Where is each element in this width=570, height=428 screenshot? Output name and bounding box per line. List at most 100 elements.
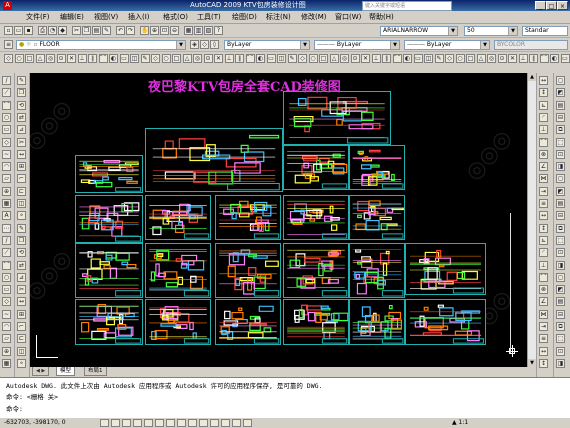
object-tool-8-icon[interactable]: ◨: [556, 162, 565, 172]
dimension-tool-20-icon[interactable]: ⋈: [539, 309, 548, 319]
toolbar-tool-13-icon[interactable]: ◫: [130, 54, 139, 63]
object-tool-18-icon[interactable]: ◩: [556, 285, 565, 295]
toolbar-tool-39-icon[interactable]: ◐: [403, 54, 412, 63]
object-tool-13-icon[interactable]: ⧉: [556, 223, 565, 233]
modify-tool-24-icon[interactable]: ⚬: [17, 358, 26, 368]
draw-tool-21-icon[interactable]: ◠: [2, 322, 11, 331]
draw-tool-2-icon[interactable]: ⟋: [2, 88, 11, 98]
status-toggle-8-icon[interactable]: [177, 419, 186, 427]
menu-dimension[interactable]: 标注(N): [266, 12, 291, 22]
layer-select[interactable]: ● ☼ ▫ FLOOR ▼: [16, 40, 186, 50]
layer-manager-icon[interactable]: ≡: [4, 40, 13, 49]
tab-model[interactable]: 模型: [56, 367, 76, 376]
toolbar-tool-7-icon[interactable]: ✕: [67, 54, 76, 63]
modify-tool-10-icon[interactable]: ⊏: [17, 186, 26, 196]
status-toggle-2-icon[interactable]: [111, 419, 120, 427]
draw-tool-6-icon[interactable]: ◇: [2, 137, 11, 147]
object-tool-20-icon[interactable]: ⊟: [556, 309, 565, 319]
publish-icon[interactable]: ◆: [58, 26, 67, 35]
toolbar-tool-28-icon[interactable]: ✎: [287, 54, 297, 63]
modify-tool-22-icon[interactable]: ⊏: [17, 334, 26, 344]
toolbar-tool-47-icon[interactable]: ◎: [487, 54, 496, 63]
toolbar-tool-48-icon[interactable]: ⊙: [497, 54, 507, 63]
toolbar-tool-26-icon[interactable]: ▭: [266, 54, 276, 63]
object-tool-23-icon[interactable]: ⊡: [556, 346, 565, 356]
dim-style-select[interactable]: Standar: [522, 26, 568, 36]
modify-tool-20-icon[interactable]: ⊞: [17, 309, 26, 319]
toolbar-tool-45-icon[interactable]: □: [466, 54, 475, 63]
modify-tool-4-icon[interactable]: ⇄: [17, 112, 26, 122]
zoom-previous-icon[interactable]: ⊖: [170, 26, 179, 35]
toolbar-tool-8-icon[interactable]: ⊥: [77, 54, 87, 63]
lineweight-select[interactable]: ——— ByLayer ▼: [404, 40, 490, 50]
modify-tool-19-icon[interactable]: ↔: [17, 297, 26, 307]
toolbar-tool-43-icon[interactable]: ◇: [445, 54, 454, 63]
modify-tool-3-icon[interactable]: ⟲: [17, 100, 26, 110]
dimension-tool-11-icon[interactable]: ≡: [539, 199, 548, 208]
toolbar-tool-2-icon[interactable]: ○: [14, 54, 24, 63]
object-tool-11-icon[interactable]: ▤: [556, 199, 565, 208]
toolbar-tool-37-icon[interactable]: ∥: [382, 54, 391, 63]
status-toggle-4-icon[interactable]: [133, 419, 142, 427]
draw-tool-1-icon[interactable]: /: [2, 76, 11, 85]
modify-tool-17-icon[interactable]: ⊿: [17, 272, 26, 282]
object-tool-12-icon[interactable]: ⊟: [556, 211, 565, 221]
dimension-tool-5-icon[interactable]: ⊥: [539, 125, 548, 135]
toolbar-tool-27-icon[interactable]: ◫: [277, 54, 286, 63]
linetype-select[interactable]: ——— ByLayer ▼: [314, 40, 400, 50]
layer-states-icon[interactable]: ◊: [210, 40, 219, 49]
toolbar-tool-25-icon[interactable]: ◐: [256, 54, 265, 63]
text-style-select[interactable]: ARIALNARROW ▼: [380, 26, 458, 36]
toolbar-tool-1-icon[interactable]: ◇: [4, 54, 13, 63]
preview-icon[interactable]: ◔: [48, 26, 57, 35]
draw-tool-5-icon[interactable]: ▭: [2, 125, 11, 135]
toolbar-tool-29-icon[interactable]: ◇: [298, 54, 307, 63]
match-properties-icon[interactable]: ✎: [102, 26, 111, 35]
dimension-tool-8-icon[interactable]: ∠: [539, 162, 548, 172]
object-tool-7-icon[interactable]: ⊡: [556, 149, 565, 159]
status-toggle-1-icon[interactable]: [100, 419, 109, 427]
tool-palettes-icon[interactable]: ▧: [204, 26, 213, 35]
draw-tool-19-icon[interactable]: ◇: [2, 297, 11, 307]
draw-tool-4-icon[interactable]: ○: [2, 112, 11, 122]
paste-icon[interactable]: ▤: [92, 26, 101, 35]
object-tool-16-icon[interactable]: ◨: [556, 260, 565, 270]
draw-tool-10-icon[interactable]: ⊕: [2, 186, 11, 196]
toolbar-tool-15-icon[interactable]: ◇: [151, 54, 160, 63]
draw-tool-18-icon[interactable]: ▭: [2, 285, 11, 295]
undo-icon[interactable]: ↶: [116, 26, 125, 35]
toolbar-tool-22-icon[interactable]: ⊥: [224, 54, 234, 63]
menu-draw[interactable]: 绘图(D): [232, 12, 257, 22]
object-tool-22-icon[interactable]: ⬚: [556, 334, 565, 344]
design-center-icon[interactable]: ▥: [194, 26, 203, 35]
toolbar-tool-33-icon[interactable]: ◎: [340, 54, 349, 63]
object-tool-10-icon[interactable]: ◩: [556, 186, 565, 196]
menu-modify[interactable]: 修改(M): [301, 12, 327, 22]
modify-tool-18-icon[interactable]: ✂: [17, 285, 26, 295]
maximize-button[interactable]: □: [546, 1, 557, 10]
toolbar-tool-32-icon[interactable]: △: [329, 54, 339, 63]
toolbar-tool-51-icon[interactable]: ∥: [529, 54, 538, 63]
layer-previous-icon[interactable]: ◇: [200, 40, 209, 49]
draw-tool-24-icon[interactable]: ▦: [2, 358, 11, 368]
text-height-select[interactable]: 50 ▼: [464, 26, 518, 36]
dimension-tool-6-icon[interactable]: ⌒: [539, 137, 548, 147]
draw-tool-8-icon[interactable]: ◠: [2, 162, 11, 172]
save-icon[interactable]: ▪: [24, 26, 33, 35]
modify-tool-9-icon[interactable]: ⌐: [17, 174, 26, 184]
object-tool-5-icon[interactable]: ⧉: [556, 125, 565, 135]
draw-tool-16-icon[interactable]: ⌒: [2, 260, 11, 270]
status-toggle-3-icon[interactable]: [122, 419, 131, 427]
draw-tool-12-icon[interactable]: A: [2, 211, 11, 221]
make-current-layer-icon[interactable]: ◈: [190, 40, 199, 49]
autocad-logo-icon[interactable]: A: [3, 1, 12, 10]
object-tool-6-icon[interactable]: ⬚: [556, 137, 565, 147]
toolbar-tool-10-icon[interactable]: ⌒: [98, 54, 108, 63]
modify-tool-14-icon[interactable]: ❐: [17, 235, 26, 245]
minimize-button[interactable]: _: [535, 1, 546, 10]
toolbar-tool-19-icon[interactable]: ◎: [193, 54, 202, 63]
dimension-tool-18-icon[interactable]: ⊗: [539, 285, 548, 295]
object-tool-19-icon[interactable]: ▤: [556, 297, 565, 307]
open-icon[interactable]: ▭: [14, 26, 23, 35]
toolbar-tool-46-icon[interactable]: △: [476, 54, 486, 63]
